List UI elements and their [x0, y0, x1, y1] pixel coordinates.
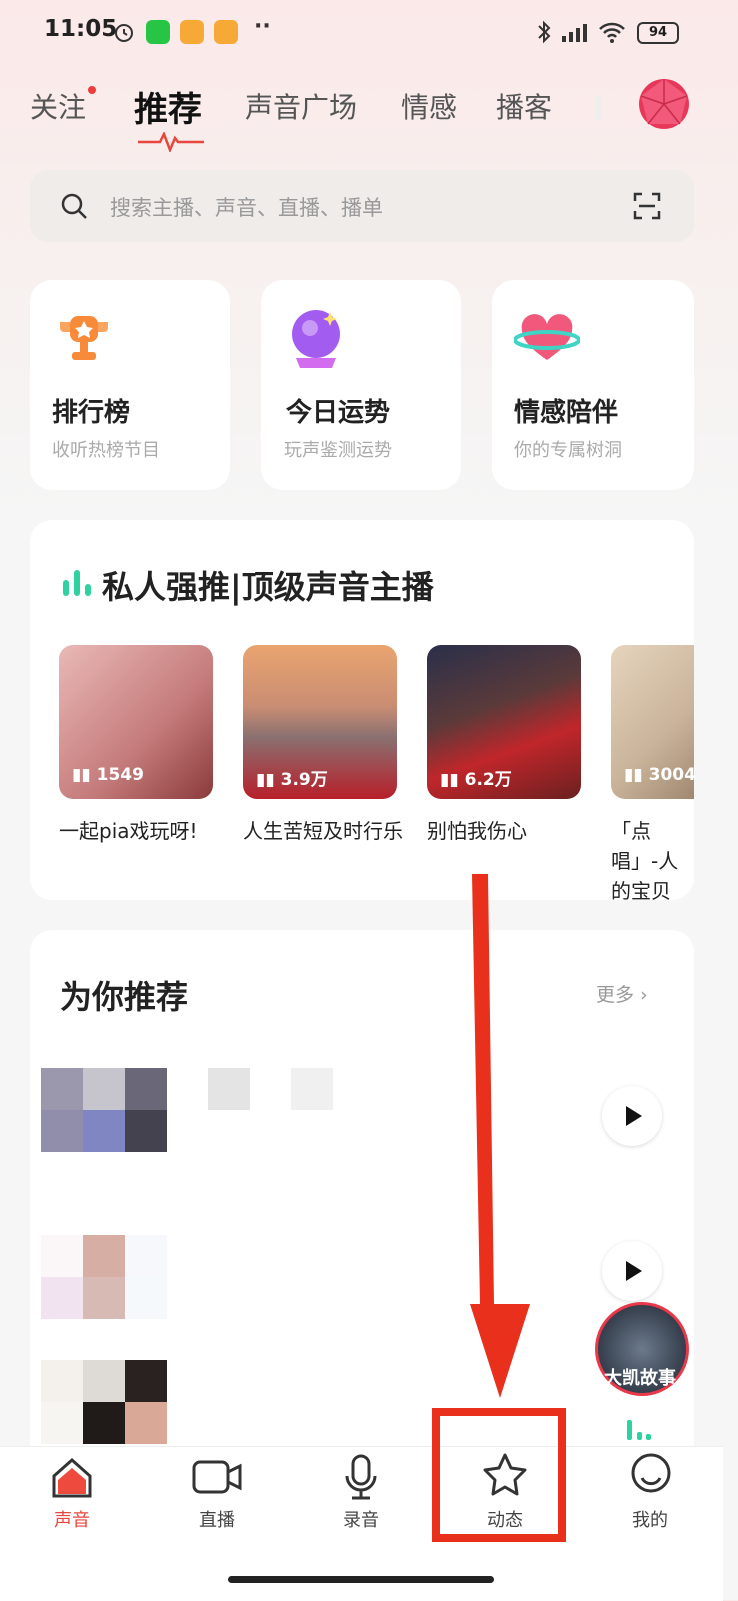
play-icon: [626, 1106, 642, 1126]
heart-planet-icon: [514, 314, 580, 360]
placeholder-block: [291, 1068, 333, 1110]
app-notification-icon: [214, 20, 238, 44]
play-icon: [626, 1261, 642, 1281]
app-notification-icon: [180, 20, 204, 44]
crystal-ball-icon: [292, 310, 340, 368]
status-time: 11:05: [44, 16, 118, 42]
anchor-caption[interactable]: 人生苦短及时行乐: [243, 816, 403, 846]
tab-follow[interactable]: 关注: [30, 86, 86, 126]
scan-icon[interactable]: [633, 192, 661, 220]
search-icon: [61, 193, 87, 219]
wifi-icon: [599, 22, 625, 43]
annotation-highlight-box: [432, 1408, 566, 1542]
notification-dot: [88, 86, 96, 94]
bluetooth-icon: [538, 20, 551, 44]
floating-player-label: 大凯故事: [604, 1368, 676, 1389]
section-title: 为你推荐: [60, 978, 189, 1016]
search-input[interactable]: 搜索主播、声音、直播、播单: [110, 192, 383, 222]
anchor-caption[interactable]: 别怕我伤心: [427, 816, 587, 846]
alarm-icon: [115, 24, 133, 42]
microphone-icon[interactable]: [344, 1454, 378, 1500]
feature-title: 今日运势: [286, 398, 391, 428]
anchor-caption[interactable]: 一起pia戏玩呀!: [59, 816, 219, 846]
play-count: ▮▮ 3.9万: [256, 770, 328, 790]
placeholder-block: [208, 1068, 250, 1110]
sound-bars-icon: [63, 570, 91, 596]
video-icon[interactable]: [192, 1456, 242, 1498]
home-icon[interactable]: [50, 1456, 94, 1500]
more-link[interactable]: 更多 ›: [596, 980, 648, 1007]
avatar[interactable]: [638, 78, 690, 130]
feature-title: 排行榜: [52, 398, 131, 428]
recommend-thumbnail[interactable]: [41, 1360, 167, 1444]
section-title: 私人强推|顶级声音主播: [102, 568, 434, 606]
tab-recommend[interactable]: 推荐: [134, 82, 202, 131]
nav-live[interactable]: 直播: [167, 1506, 267, 1532]
recommend-thumbnail[interactable]: [41, 1235, 167, 1319]
active-tab-indicator: [138, 132, 204, 152]
play-count: ▮▮ 6.2万: [440, 770, 512, 790]
more-notifications-icon: ··: [254, 14, 271, 39]
feature-title: 情感陪伴: [514, 398, 619, 428]
sound-bars-icon: [627, 1420, 651, 1440]
wechat-icon: [146, 20, 170, 44]
play-count: ▮▮ 3004: [624, 765, 696, 785]
signal-icon: [562, 24, 587, 42]
tab-overflow-fade: [596, 96, 602, 120]
tab-sound-square[interactable]: 声音广场: [245, 86, 357, 126]
profile-icon[interactable]: [630, 1452, 672, 1498]
recommend-thumbnail[interactable]: [41, 1068, 167, 1152]
play-count: ▮▮ 1549: [72, 765, 144, 785]
nav-record[interactable]: 录音: [311, 1506, 411, 1532]
feature-subtitle: 玩声鉴测运势: [284, 440, 392, 461]
feature-subtitle: 你的专属树洞: [514, 440, 622, 461]
tab-emotion[interactable]: 情感: [401, 86, 457, 126]
feature-subtitle: 收听热榜节目: [52, 440, 160, 461]
home-indicator: [228, 1576, 494, 1583]
battery-indicator: 94: [637, 22, 679, 44]
nav-mine[interactable]: 我的: [600, 1506, 700, 1532]
anchor-caption[interactable]: 「点唱」-人的宝贝: [611, 816, 694, 906]
nav-sound[interactable]: 声音: [22, 1506, 122, 1532]
tab-podcast[interactable]: 播客: [496, 86, 552, 126]
trophy-icon: [60, 316, 108, 360]
